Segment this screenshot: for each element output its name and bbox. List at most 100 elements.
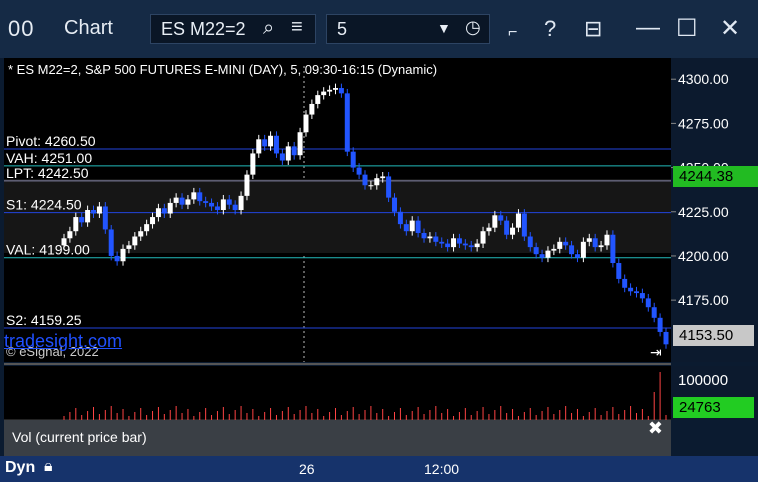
chart-title: * ES M22=2, S&P 500 FUTURES E-MINI (DAY)… — [8, 62, 438, 77]
candle-body — [67, 231, 73, 239]
pin-icon[interactable]: ⌐ — [508, 24, 517, 42]
y-tick-label: 4175.00 — [678, 292, 729, 308]
candle-body — [327, 89, 333, 92]
candle-body — [203, 201, 209, 203]
y-tick-label: 4200.00 — [678, 248, 729, 264]
go-to-end-icon[interactable]: ⇥ — [650, 344, 662, 361]
candle-body — [368, 185, 374, 187]
current-price-badge: 4153.50 — [673, 325, 754, 346]
menu-icon[interactable]: ≡ — [291, 16, 303, 39]
candle-body — [586, 238, 592, 242]
pivot-level-label: VAH: 4251.00 — [6, 150, 92, 166]
candle-body — [663, 331, 669, 345]
x-tick: 12:00 — [424, 461, 460, 477]
y-tick-label: 4275.00 — [678, 115, 729, 131]
candle-body — [409, 220, 415, 232]
candle-body — [397, 211, 403, 225]
candle-body — [226, 199, 232, 205]
candle-body — [332, 88, 338, 90]
candle-body — [132, 236, 138, 246]
watermark-link[interactable]: tradesight.com — [4, 331, 122, 352]
chevron-down-icon[interactable]: ▼ — [437, 20, 451, 36]
x-tick: 26 — [299, 461, 315, 477]
dyn-label: Dyn — [5, 459, 36, 476]
search-icon[interactable]: ⌕ — [263, 17, 274, 40]
candle-body — [403, 224, 409, 232]
volume-value-badge: 24763 — [673, 397, 754, 418]
candle-body — [315, 95, 321, 104]
candle-body — [91, 210, 97, 214]
candle-body — [102, 206, 108, 230]
candle-body — [533, 247, 539, 255]
candle-body — [604, 234, 610, 246]
price-chart[interactable]: Pivot: 4260.50VAH: 4251.00LPT: 4242.50 S1… — [4, 58, 758, 456]
candle-body — [61, 238, 67, 246]
candle-body — [592, 238, 598, 248]
candle-body — [551, 248, 557, 251]
candle-body — [167, 202, 173, 214]
clock-icon[interactable]: ◷ — [465, 17, 481, 38]
candle-body — [433, 236, 439, 242]
candle-body — [262, 139, 268, 147]
volume-pane — [4, 366, 671, 420]
candle-body — [250, 153, 256, 175]
window-title: Chart — [64, 17, 113, 39]
candle-body — [297, 132, 303, 156]
candle-body — [173, 197, 179, 203]
y-tick-label: 4300.00 — [678, 71, 729, 87]
candle-body — [462, 243, 468, 246]
volume-legend-label: Vol (current price bar) — [12, 429, 147, 445]
candle-body — [374, 178, 380, 186]
minimize-icon[interactable]: — — [636, 14, 660, 42]
candle-body — [238, 195, 244, 210]
candle-body — [279, 153, 285, 161]
candle-body — [504, 220, 510, 235]
candle-body — [303, 114, 309, 133]
candle-body — [120, 248, 126, 262]
candle-body — [645, 298, 651, 308]
candle-body — [150, 217, 156, 225]
candle-body — [492, 215, 498, 228]
candle-body — [427, 236, 433, 239]
lock-icon[interactable]: 🔒︎ — [44, 458, 53, 476]
symbol-value: ES M22=2 — [161, 19, 246, 39]
candle-body — [144, 224, 150, 232]
pivot-level-label: S2: 4159.25 — [6, 312, 82, 328]
candle-body — [415, 220, 421, 233]
candle-body — [85, 210, 91, 223]
layout-icon[interactable]: ⊟ — [584, 16, 602, 42]
candle-body — [628, 287, 634, 292]
candle-body — [309, 103, 315, 115]
candle-body — [515, 213, 521, 228]
maximize-icon[interactable]: ☐ — [676, 14, 698, 43]
candle-body — [557, 241, 563, 249]
candle-body — [285, 146, 291, 161]
candle-body — [474, 243, 480, 248]
candle-body — [197, 192, 203, 202]
candle-body — [616, 263, 622, 279]
link-group-icon[interactable]: 00 — [8, 16, 34, 42]
candle-body — [114, 255, 120, 262]
symbol-input[interactable]: ES M22=2 ⌕ ≡ — [150, 14, 316, 44]
candle-body — [256, 139, 262, 154]
candle-body — [639, 293, 645, 299]
candle-body — [480, 231, 486, 244]
candle-body — [421, 232, 427, 239]
candle-body — [79, 217, 85, 223]
help-icon[interactable]: ? — [544, 16, 556, 42]
pivot-level-label: S1: 4224.50 — [6, 197, 82, 213]
candle-body — [185, 199, 191, 205]
interval-input[interactable]: 5 ▼ ◷ — [326, 14, 490, 44]
last-price-badge: 4244.38 — [673, 166, 758, 187]
candle-body — [138, 231, 144, 237]
candle-body — [108, 229, 114, 256]
volume-legend: Vol (current price bar) ✖ — [4, 418, 671, 456]
time-axis-bar: Dyn 🔒︎ 26 12:00 — [0, 456, 758, 482]
close-icon[interactable]: ✖ — [648, 418, 663, 439]
candle-body — [510, 227, 516, 235]
candle-body — [574, 254, 580, 258]
title-bar: 00 Chart ES M22=2 ⌕ ≡ 5 ▼ ◷ ⌐ ? ⊟ — ☐ ✕ — [0, 0, 758, 58]
candle-body — [392, 197, 398, 212]
candle-body — [622, 278, 628, 288]
close-icon[interactable]: ✕ — [720, 14, 740, 43]
